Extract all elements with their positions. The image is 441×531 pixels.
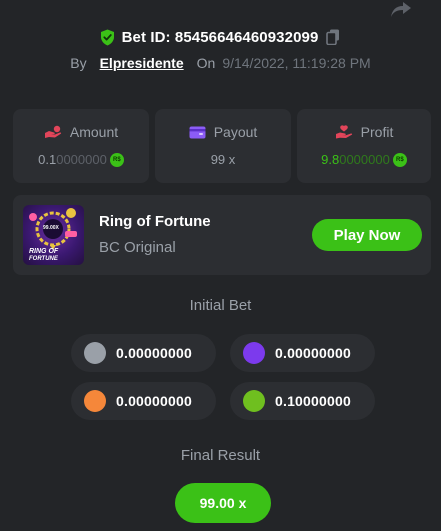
- coin-dot-icon: [243, 342, 265, 364]
- final-result-title: Final Result: [180, 447, 261, 464]
- thumb-title-line1: RING OF: [29, 248, 59, 255]
- bet-chip: 0.00000000: [230, 334, 375, 372]
- username-link[interactable]: Elpresidente: [100, 55, 184, 71]
- coin-dot-icon: [84, 390, 106, 412]
- payout-label: Payout: [213, 124, 258, 140]
- play-now-button[interactable]: Play Now: [312, 219, 422, 251]
- chip-value: 0.00000000: [116, 345, 192, 361]
- chip-value: 0.00000000: [275, 345, 351, 361]
- game-thumbnail[interactable]: 99.00X RING OF FORTUNE: [23, 205, 84, 265]
- bet-chip: 0.00000000: [71, 334, 216, 372]
- amount-value-strong: 0.1: [38, 152, 57, 167]
- payout-stat: Payout 99 x: [155, 109, 291, 183]
- chip-value: 0.10000000: [275, 393, 351, 409]
- bet-id-row: Bet ID: 85456646460932099: [0, 27, 441, 47]
- amount-stat: Amount 0.1 0000000 R$: [13, 109, 149, 183]
- payout-value: 99 x: [210, 152, 236, 167]
- hand-coins-icon: [44, 125, 62, 139]
- final-result-badge: 99.00 x: [175, 483, 271, 523]
- on-label: On: [196, 55, 216, 71]
- author-row: By Elpresidente On 9/14/2022, 11:19:28 P…: [0, 53, 441, 73]
- coin-dot-icon: [243, 390, 265, 412]
- thumb-title-line2: FORTUNE: [29, 256, 58, 262]
- currency-coin-icon: R$: [109, 152, 124, 167]
- chip-value: 0.00000000: [116, 393, 192, 409]
- profit-stat: Profit 9.8 0000000 R$: [297, 109, 431, 183]
- bet-details-panel: Bet ID: 85456646460932099 By Elpresident…: [0, 0, 441, 531]
- game-subtitle: BC Original: [99, 239, 176, 256]
- profit-value-strong: 9.8: [321, 152, 340, 167]
- copy-icon[interactable]: [325, 29, 341, 45]
- bet-chip: 0.10000000: [230, 382, 375, 420]
- share-icon[interactable]: [389, 0, 413, 18]
- currency-coin-icon: R$: [392, 152, 407, 167]
- bet-chip: 0.00000000: [71, 382, 216, 420]
- game-card: 99.00X RING OF FORTUNE Ring of Fortune B…: [13, 195, 431, 275]
- hand-heart-icon: [335, 125, 353, 139]
- profit-value-faded: 0000000: [339, 152, 390, 167]
- thumb-badge: 99.00X: [43, 225, 59, 231]
- by-label: By: [70, 55, 87, 71]
- bet-date: 9/14/2022, 11:19:28 PM: [222, 55, 371, 71]
- wallet-icon: [189, 125, 206, 139]
- profit-label: Profit: [360, 124, 394, 140]
- initial-bet-title: Initial Bet: [189, 297, 252, 314]
- amount-value-faded: 0000000: [56, 152, 107, 167]
- game-title: Ring of Fortune: [99, 213, 211, 230]
- bet-id: Bet ID: 85456646460932099: [121, 28, 319, 46]
- amount-label: Amount: [69, 124, 119, 140]
- coin-dot-icon: [84, 342, 106, 364]
- shield-check-icon: [100, 29, 115, 46]
